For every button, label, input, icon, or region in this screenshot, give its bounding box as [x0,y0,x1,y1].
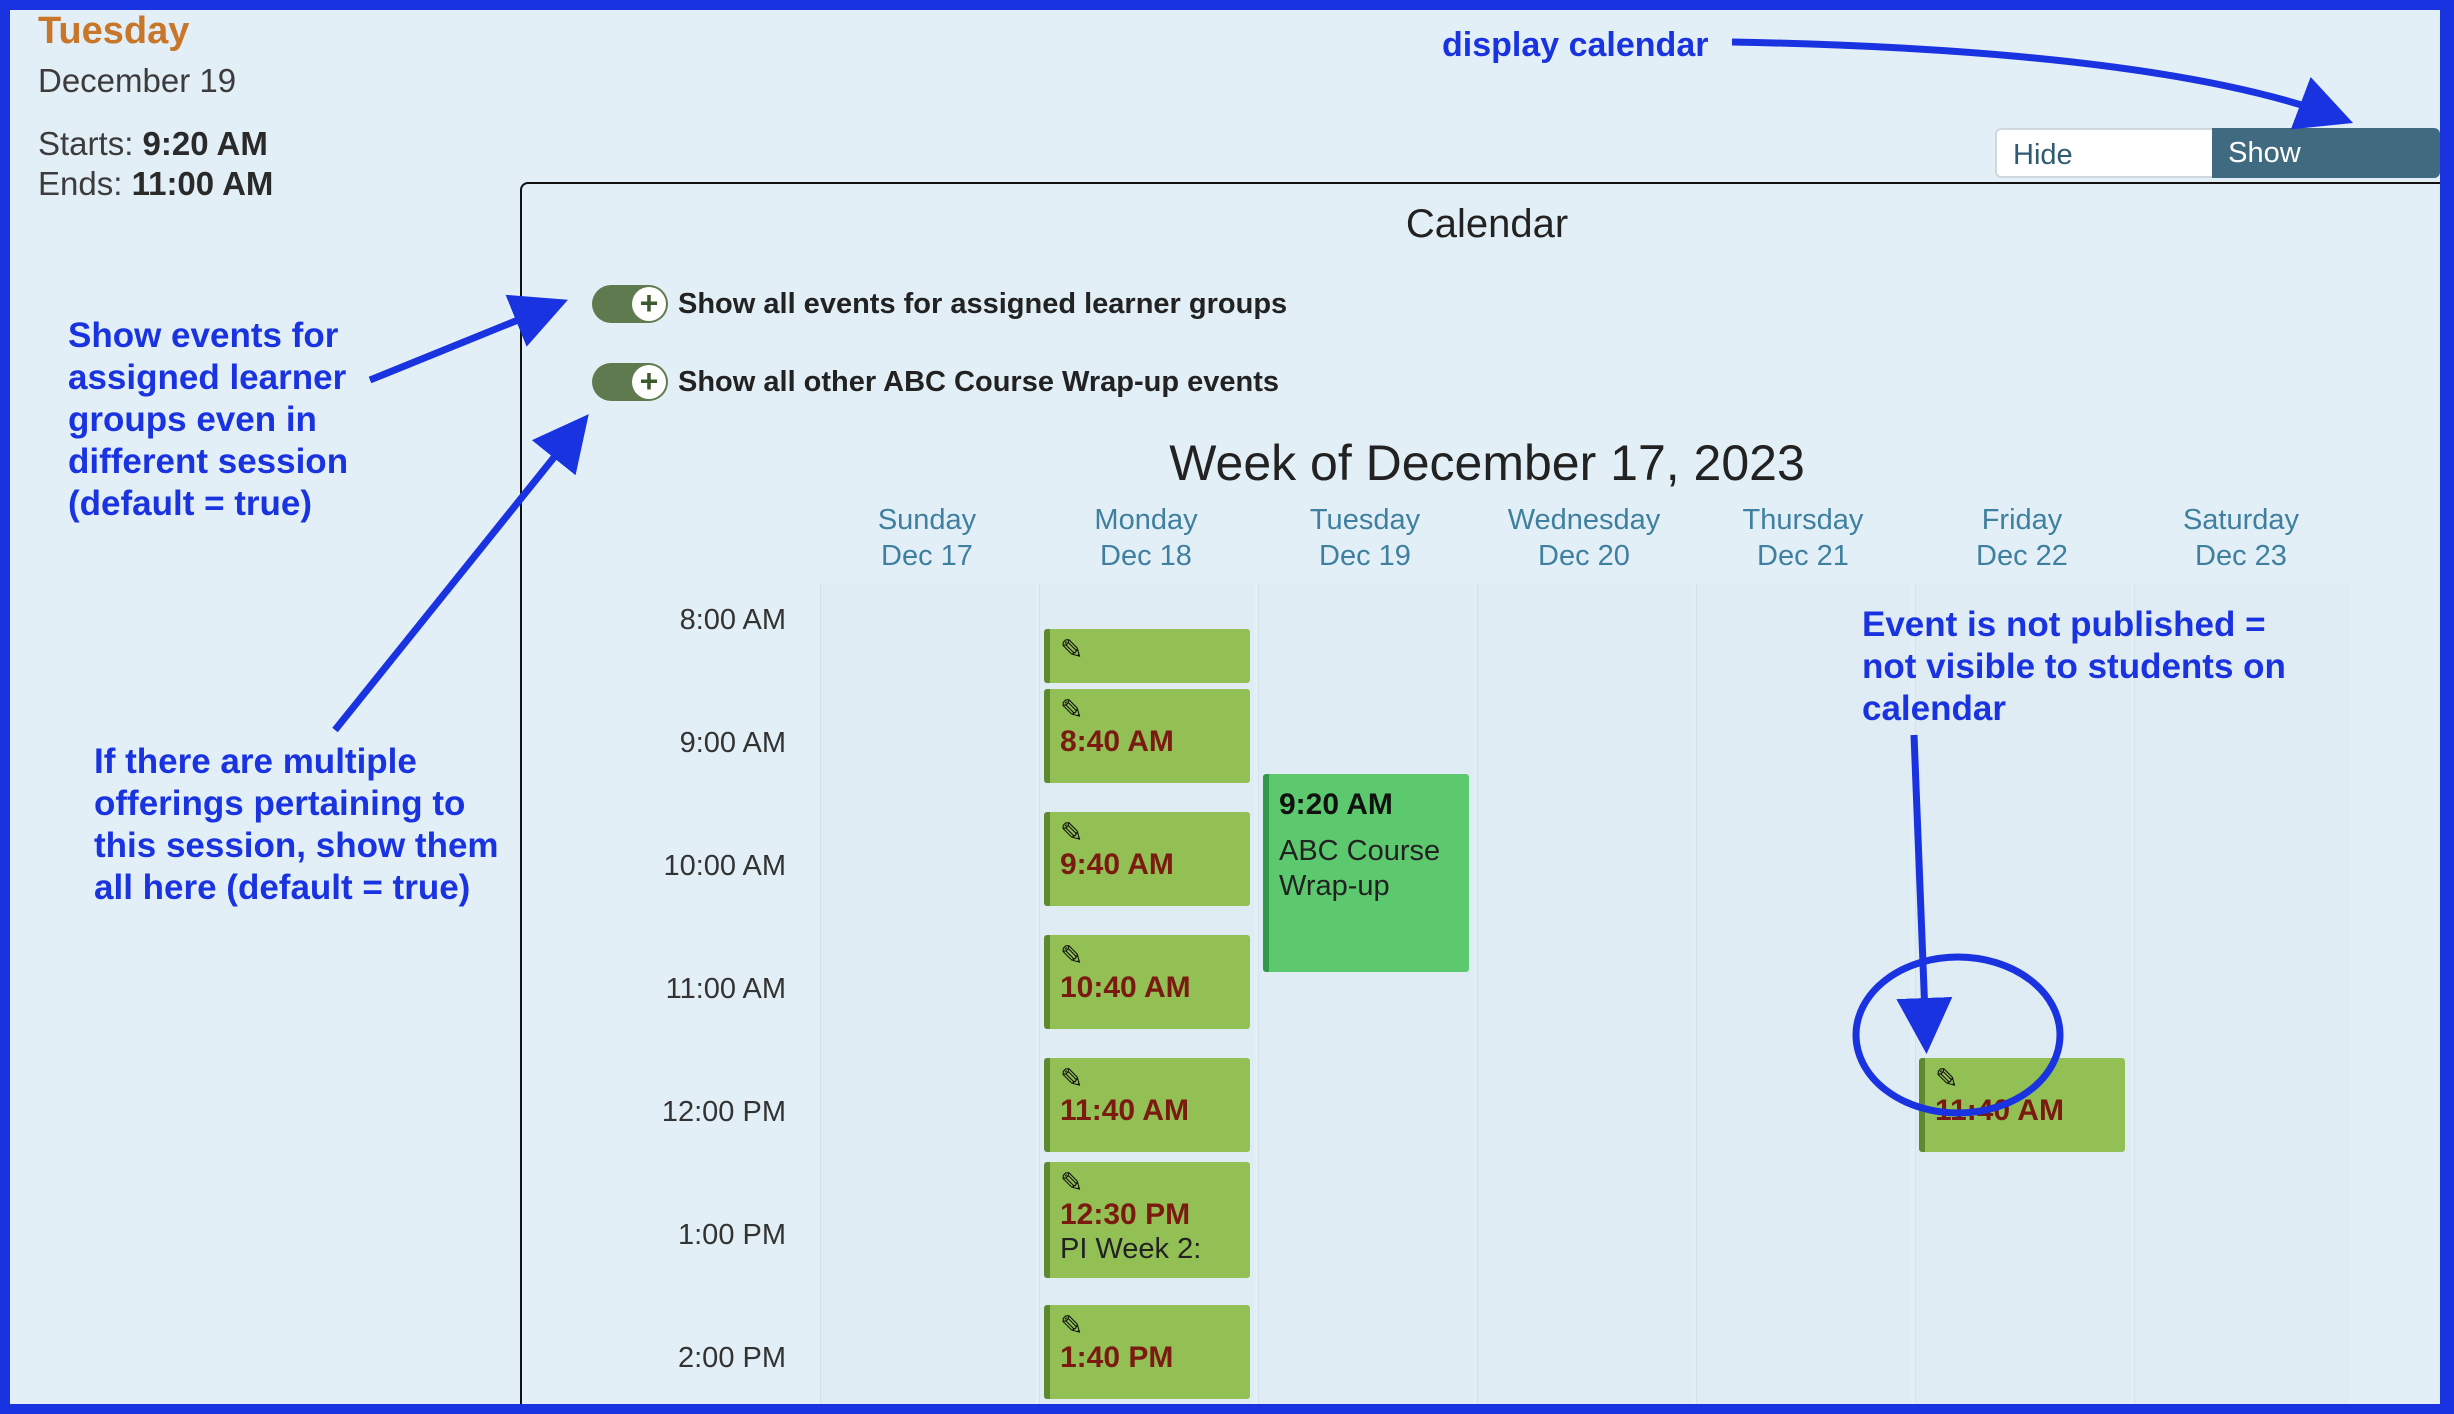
arrow-offerings [332,414,589,733]
annotation-arrows [332,38,2354,1117]
highlight-circle [1852,953,2064,1117]
app-frame: Tuesday December 19 Starts: 9:20 AM Ends… [10,10,2440,1404]
arrow-not-published [1896,734,1953,1054]
arrow-learner-groups [368,294,568,384]
arrow-display-calendar [1731,38,2354,130]
